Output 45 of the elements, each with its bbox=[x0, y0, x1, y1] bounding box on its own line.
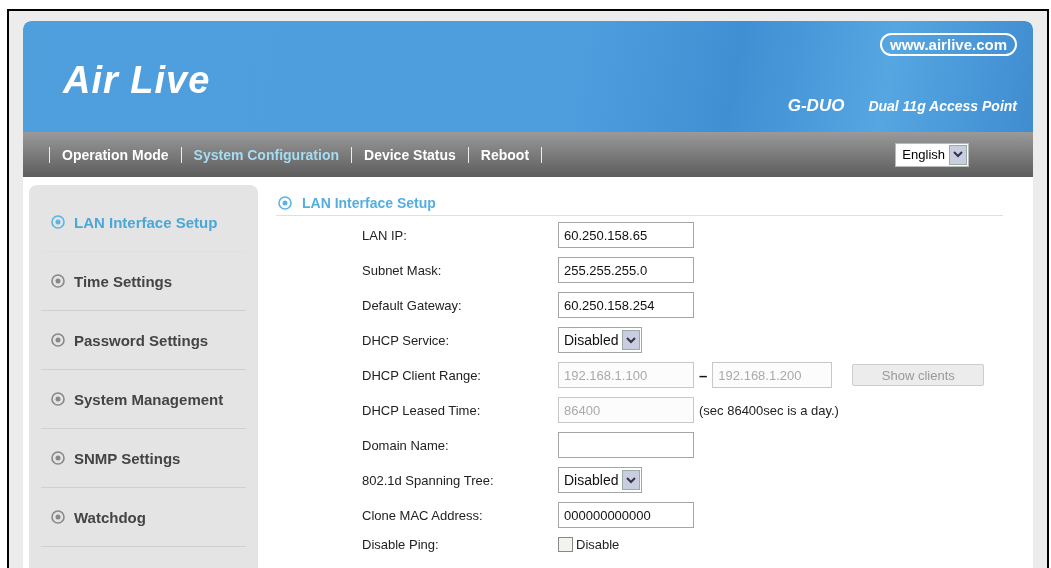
field-label: 802.1d Spanning Tree: bbox=[362, 472, 495, 488]
dropdown[interactable]: Disabled bbox=[558, 467, 643, 493]
target-icon bbox=[51, 510, 65, 524]
sidebar-item[interactable]: Watchdog bbox=[41, 488, 246, 547]
hint-text: (sec 86400sec is a day.) bbox=[699, 402, 839, 418]
chevron-down-icon bbox=[626, 336, 637, 344]
text-field[interactable]: 255.255.255.0 bbox=[558, 257, 694, 283]
nav-link[interactable]: Operation Mode bbox=[62, 146, 169, 163]
sidebar-item[interactable]: System Management bbox=[41, 370, 246, 429]
target-icon bbox=[51, 451, 65, 465]
field-label: LAN IP: bbox=[362, 227, 408, 243]
target-icon bbox=[51, 215, 65, 229]
sidebar-item[interactable]: Time Settings bbox=[41, 252, 246, 311]
field-label: DHCP Client Range: bbox=[362, 367, 482, 383]
target-icon bbox=[51, 274, 65, 288]
text-field[interactable] bbox=[558, 432, 694, 458]
chevron-down-icon bbox=[953, 151, 963, 158]
nav-link[interactable]: Device Status bbox=[364, 146, 456, 163]
field-label: Disable Ping: bbox=[362, 537, 440, 552]
target-icon bbox=[51, 392, 65, 406]
checkbox-label: Disable bbox=[576, 537, 620, 552]
product-name: Dual 11g Access Point bbox=[868, 98, 1017, 114]
chevron-down-icon bbox=[626, 476, 637, 484]
dropdown[interactable]: Disabled bbox=[558, 327, 643, 353]
field-label: DHCP Leased Time: bbox=[362, 402, 482, 418]
website-badge: www.airlive.com bbox=[880, 33, 1017, 56]
field-label: Subnet Mask: bbox=[362, 262, 443, 278]
checkbox[interactable] bbox=[558, 537, 573, 552]
field-label: Clone MAC Address: bbox=[362, 507, 484, 523]
brand-logo: Air Live bbox=[63, 59, 211, 102]
section-title: LAN Interface Setup bbox=[302, 195, 436, 211]
range-dash: – bbox=[699, 366, 708, 384]
nav-link[interactable]: Reboot bbox=[480, 146, 530, 163]
target-icon bbox=[278, 196, 292, 210]
target-icon bbox=[51, 333, 65, 347]
model-name: G-DUO bbox=[787, 96, 845, 116]
language-dropdown[interactable]: English bbox=[895, 142, 969, 167]
field-label: Domain Name: bbox=[362, 437, 450, 453]
field-label: Default Gateway: bbox=[362, 297, 463, 313]
field-label: DHCP Service: bbox=[362, 332, 451, 348]
sidebar-item[interactable]: SNMP Settings bbox=[41, 429, 246, 488]
sidebar-item[interactable]: Password Settings bbox=[41, 311, 246, 370]
text-field[interactable]: 60.250.158.65 bbox=[558, 222, 694, 248]
text-field[interactable]: 000000000000 bbox=[558, 502, 694, 528]
text-field[interactable]: 60.250.158.254 bbox=[558, 292, 694, 318]
